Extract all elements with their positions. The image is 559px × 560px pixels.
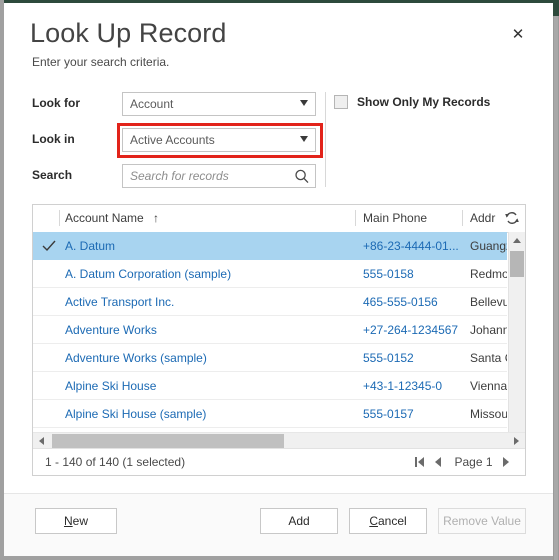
record-count-status: 1 - 140 of 140 (1 selected) <box>45 455 186 469</box>
search-icon[interactable] <box>294 168 310 185</box>
cancel-button-label: ancel <box>377 514 407 528</box>
previous-page-button[interactable] <box>432 454 447 470</box>
account-name-link[interactable]: Adventure Works <box>65 323 157 337</box>
table-row[interactable]: Adventure Works +27-264-1234567 Johanne <box>33 316 507 344</box>
look-for-label: Look for <box>32 96 80 110</box>
main-phone-value: +43-1-12345-0 <box>363 379 443 393</box>
column-header-address-label: Addr <box>470 211 496 225</box>
grid-vertical-scrollbar[interactable] <box>508 232 525 448</box>
account-name-link[interactable]: A. Datum <box>65 239 115 253</box>
address-value: Missoul <box>470 407 507 421</box>
grid-body[interactable]: A. Datum+86-23-4444-01...GuangzA. Datum … <box>33 232 507 448</box>
add-button-label: Add <box>288 514 310 528</box>
new-button-accel: N <box>63 514 73 528</box>
search-input[interactable]: Search for records <box>122 164 316 188</box>
main-phone-value: 555-0152 <box>363 351 414 365</box>
account-name-link[interactable]: Alpine Ski House <box>65 379 156 393</box>
column-header-account-name-label: Account Name <box>65 211 144 225</box>
table-row[interactable]: A. Datum +86-23-4444-01... Guangz <box>33 232 507 260</box>
main-phone-value: 555-0158 <box>363 267 414 281</box>
address-value: Vienna <box>470 379 507 393</box>
header-divider <box>59 210 60 226</box>
horizontal-scrollbar-thumb[interactable] <box>52 434 284 448</box>
table-row[interactable]: Alpine Ski House +43-1-12345-0 Vienna <box>33 372 507 400</box>
first-page-button[interactable] <box>413 454 428 470</box>
address-value: Guangz <box>470 239 507 253</box>
look-in-label: Look in <box>32 132 75 146</box>
address-value: Santa C <box>470 351 507 365</box>
new-button-label: ew <box>72 514 88 528</box>
search-criteria-panel: Look for Account Look in Active Accounts… <box>4 92 553 190</box>
pagination-controls: Page 1 <box>413 453 515 471</box>
records-grid: Account Name ↑ Main Phone Addr A. Datum +… <box>32 204 526 476</box>
scroll-up-icon[interactable] <box>509 232 525 249</box>
remove-value-button: Remove Value <box>438 508 526 534</box>
grid-horizontal-scrollbar[interactable] <box>33 432 525 449</box>
search-input-placeholder: Search for records <box>130 169 229 183</box>
next-page-button[interactable] <box>500 454 515 470</box>
criteria-divider <box>325 92 326 187</box>
window-right-edge <box>553 0 559 560</box>
page-subtitle: Enter your search criteria. <box>32 55 170 69</box>
window-right-edge-accent <box>553 0 559 16</box>
account-name-link[interactable]: Adventure Works (sample) <box>65 351 207 365</box>
remove-value-button-label: Remove Value <box>443 514 521 528</box>
window-right-edge-inner <box>554 0 558 560</box>
chevron-down-icon <box>300 100 308 106</box>
dialog-button-bar: New Add Cancel Remove Value <box>4 493 553 556</box>
address-value: Bellevue <box>470 295 507 309</box>
add-button[interactable]: Add <box>260 508 338 534</box>
scroll-right-icon[interactable] <box>508 433 525 449</box>
table-row[interactable]: Adventure Works (sample) 555-0152 Santa C <box>33 344 507 372</box>
cancel-button-accel: C <box>369 514 378 528</box>
page-title: Look Up Record <box>30 18 227 48</box>
show-only-my-records-checkbox[interactable] <box>334 95 348 109</box>
cancel-button[interactable]: Cancel <box>349 508 427 534</box>
account-name-link[interactable]: A. Datum Corporation (sample) <box>65 267 231 281</box>
account-name-link[interactable]: Active Transport Inc. <box>65 295 174 309</box>
header-divider <box>355 210 356 226</box>
table-row[interactable]: Alpine Ski House (sample) 555-0157 Missoul <box>33 400 507 428</box>
main-phone-value: 465-555-0156 <box>363 295 438 309</box>
close-icon[interactable]: ✕ <box>507 24 529 46</box>
column-header-main-phone-label: Main Phone <box>363 211 428 225</box>
look-for-value: Account <box>130 97 174 111</box>
scroll-left-icon[interactable] <box>33 433 50 449</box>
grid-footer: 1 - 140 of 140 (1 selected) Page 1 <box>33 448 525 475</box>
grid-header-row: Account Name ↑ Main Phone Addr <box>33 205 525 233</box>
refresh-icon[interactable] <box>504 210 520 226</box>
new-button[interactable]: New <box>35 508 117 534</box>
sort-ascending-icon: ↑ <box>153 211 159 225</box>
address-value: Johanne <box>470 323 507 337</box>
table-row[interactable]: A. Datum Corporation (sample) 555-0158 Red… <box>33 260 507 288</box>
dialog-header: Look Up Record Enter your search criteri… <box>4 4 553 82</box>
chevron-down-icon <box>300 136 308 142</box>
main-phone-value: +27-264-1234567 <box>363 323 459 337</box>
header-divider <box>462 210 463 226</box>
show-only-my-records-label: Show Only My Records <box>357 95 491 109</box>
main-phone-value: 555-0157 <box>363 407 414 421</box>
look-up-record-dialog: Look Up Record Enter your search criteri… <box>4 4 553 556</box>
main-phone-value: +86-23-4444-01... <box>363 239 459 253</box>
window-bottom-edge <box>0 556 559 560</box>
address-value: Redmor <box>470 267 507 281</box>
row-selected-checkmark-icon <box>41 238 57 254</box>
search-label: Search <box>32 168 73 182</box>
look-for-select[interactable]: Account <box>122 92 316 116</box>
look-in-select[interactable]: Active Accounts <box>122 128 316 152</box>
page-number-label: Page 1 <box>454 454 493 469</box>
look-in-value: Active Accounts <box>130 133 215 147</box>
vertical-scrollbar-thumb[interactable] <box>510 251 524 277</box>
table-row[interactable]: Active Transport Inc. 465-555-0156 Bellevu… <box>33 288 507 316</box>
account-name-link[interactable]: Alpine Ski House (sample) <box>65 407 206 421</box>
